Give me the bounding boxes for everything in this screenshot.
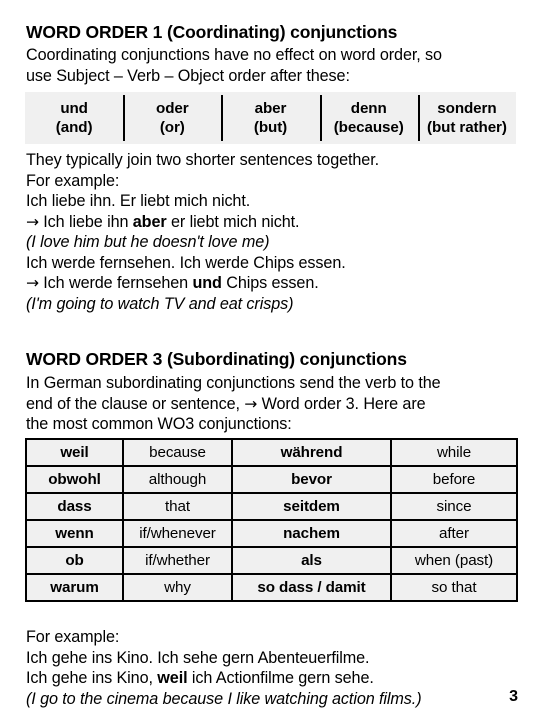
coord-german-term: sondern — [437, 100, 497, 117]
highlighted-conjunction: aber — [132, 212, 167, 231]
highlighted-conjunction: und — [192, 274, 222, 292]
example-line: For example: — [26, 628, 120, 646]
coord-english-gloss: (and) — [55, 119, 93, 136]
subord-german-term: während — [231, 438, 392, 467]
example-text: Ich liebe ihn — [38, 212, 133, 231]
coord-german-term: und — [60, 100, 88, 117]
section2-intro-line1: In German subordinating conjunctions sen… — [26, 374, 441, 392]
subord-german-term: weil — [25, 438, 124, 467]
coord-german-term: oder — [156, 100, 189, 117]
example-line: They typically join two shorter sentence… — [26, 151, 380, 169]
subord-german-term: nachem — [231, 519, 392, 548]
example-translation: (I love him but he doesn't love me) — [26, 233, 270, 251]
example-line: Ich liebe ihn. Er liebt mich nicht. — [26, 192, 251, 210]
subord-german-term: seitdem — [231, 492, 392, 521]
section1-examples: They typically join two shorter sentence… — [26, 150, 379, 314]
table-row: wenn if/whenever nachem after — [25, 519, 518, 548]
coord-german-term: aber — [254, 100, 287, 117]
subord-english-gloss: if/whether — [122, 546, 233, 575]
subord-english-gloss: if/whenever — [122, 519, 233, 548]
coordinating-conjunctions-table: und (and) oder (or) aber (but) denn (bec… — [25, 92, 516, 144]
coord-english-gloss: (but rather) — [427, 119, 507, 136]
subordinating-conjunctions-table: weil because während while obwohl althou… — [25, 438, 518, 602]
highlighted-conjunction: weil — [157, 669, 188, 687]
section2-examples: For example: Ich gehe ins Kino. Ich sehe… — [26, 627, 422, 709]
subord-english-gloss: before — [390, 465, 518, 494]
table-row: weil because während while — [25, 438, 518, 467]
example-text: Ich werde fernsehen — [38, 274, 193, 292]
coord-german-term: denn — [350, 100, 387, 117]
coord-table-cell: denn (because) — [319, 92, 418, 144]
example-translation: (I go to the cinema because I like watch… — [26, 689, 422, 708]
subord-german-term: dass — [25, 492, 124, 521]
intro-text: end of the clause or sentence, — [26, 394, 245, 413]
section1-intro-line2: use Subject – Verb – Object order after … — [26, 66, 350, 85]
page-number: 3 — [509, 688, 518, 705]
example-translation: (I'm going to watch TV and eat crisps) — [26, 294, 294, 313]
example-line: → Ich werde fernsehen und Chips essen. — [26, 273, 379, 294]
table-row: warum why so dass / damit so that — [25, 573, 518, 602]
coord-english-gloss: (or) — [159, 119, 185, 136]
example-line: Ich gehe ins Kino, weil ich Actionfilme … — [26, 668, 421, 689]
coord-table-cell: oder (or) — [123, 92, 221, 144]
subord-english-gloss: after — [390, 519, 518, 548]
section1-intro-line1: Coordinating conjunctions have no effect… — [26, 46, 442, 64]
section2-heading: WORD ORDER 3 (Subordinating) conjunction… — [26, 349, 407, 369]
section1-intro: Coordinating conjunctions have no effect… — [26, 45, 442, 86]
section2-intro-line3: the most common WO3 conjunctions: — [26, 415, 292, 433]
example-line: For example: — [26, 171, 120, 190]
example-text: er liebt mich nicht. — [166, 212, 300, 231]
subord-german-term: bevor — [231, 465, 392, 494]
subord-english-gloss: so that — [390, 573, 518, 602]
subord-english-gloss: when (past) — [390, 546, 518, 575]
example-text: ich Actionfilme gern sehe. — [187, 669, 374, 687]
coord-table-cell: und (and) — [25, 92, 123, 144]
subord-english-gloss: that — [122, 492, 233, 521]
section1-heading: WORD ORDER 1 (Coordinating) conjunctions — [26, 22, 398, 42]
section2-intro: In German subordinating conjunctions sen… — [26, 373, 441, 435]
subord-english-gloss: while — [390, 438, 518, 467]
slide-page: WORD ORDER 1 (Coordinating) conjunctions… — [0, 0, 540, 720]
subord-german-term: obwohl — [25, 465, 124, 494]
example-line: → Ich liebe ihn aber er liebt mich nicht… — [26, 212, 379, 233]
coord-english-gloss: (but) — [253, 119, 288, 136]
subord-german-term: als — [231, 546, 392, 575]
subord-english-gloss: because — [122, 438, 233, 467]
arrow-icon: → — [244, 394, 258, 413]
arrow-icon: → — [26, 274, 39, 292]
subord-german-term: wenn — [25, 519, 124, 548]
arrow-icon: → — [26, 212, 39, 231]
example-text: Ich gehe ins Kino, — [26, 669, 158, 687]
subord-english-gloss: why — [122, 573, 233, 602]
section2-intro-line2: end of the clause or sentence, → Word or… — [26, 394, 441, 415]
table-row: dass that seitdem since — [25, 492, 518, 521]
subord-german-term: so dass / damit — [231, 573, 392, 602]
table-row: ob if/whether als when (past) — [25, 546, 518, 575]
coord-english-gloss: (because) — [333, 119, 404, 136]
coord-table-cell: aber (but) — [221, 92, 319, 144]
subord-german-term: warum — [25, 573, 124, 602]
coord-table-cell: sondern (but rather) — [417, 92, 516, 144]
table-row: obwohl although bevor before — [25, 465, 518, 494]
example-text: Chips essen. — [221, 274, 319, 292]
example-line: Ich gehe ins Kino. Ich sehe gern Abenteu… — [26, 648, 370, 667]
intro-text: Word order 3. Here are — [257, 394, 426, 413]
subord-german-term: ob — [25, 546, 124, 575]
subord-english-gloss: since — [390, 492, 518, 521]
subord-english-gloss: although — [122, 465, 233, 494]
example-line: Ich werde fernsehen. Ich werde Chips ess… — [26, 253, 346, 272]
